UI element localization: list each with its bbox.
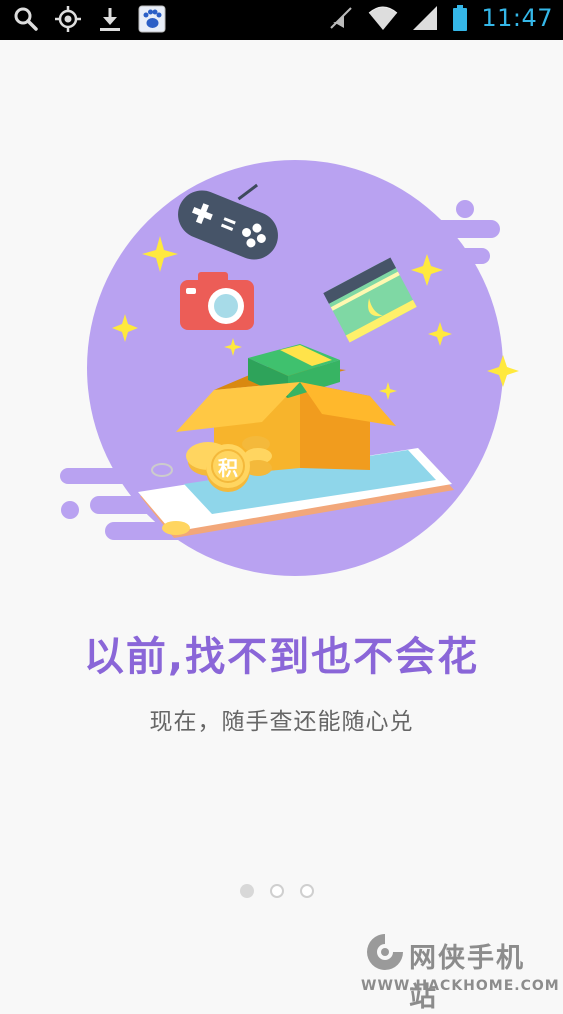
onboarding-subtitle: 现在，随手查还能随心兑 xyxy=(149,709,414,735)
status-bar: 11:47 xyxy=(0,0,563,40)
gps-icon xyxy=(55,6,81,32)
download-icon xyxy=(100,8,120,31)
status-time: 11:47 xyxy=(481,4,553,32)
coin-label: 积 xyxy=(218,456,238,480)
baidu-app-icon xyxy=(138,5,166,33)
page-indicator[interactable] xyxy=(240,884,314,898)
wifi-icon xyxy=(369,6,398,30)
search-icon xyxy=(14,7,38,31)
page-dot-3[interactable] xyxy=(300,884,314,898)
onboarding-illustration: 积 xyxy=(60,160,519,576)
battery-icon xyxy=(453,5,468,31)
watermark-logo-icon xyxy=(367,934,403,970)
watermark: 网侠手机站 WWW.HACKHOME.COM xyxy=(361,928,560,1013)
signal-icon xyxy=(413,6,438,30)
watermark-brand: 网侠手机站 xyxy=(409,943,525,1013)
camera-icon xyxy=(180,272,254,330)
mute-icon xyxy=(330,7,353,29)
watermark-url: WWW.HACKHOME.COM xyxy=(361,978,560,994)
page-dot-2[interactable] xyxy=(270,884,284,898)
onboarding-title: 以前,找不到也不会花 xyxy=(83,634,480,680)
page-dot-1[interactable] xyxy=(240,884,254,898)
